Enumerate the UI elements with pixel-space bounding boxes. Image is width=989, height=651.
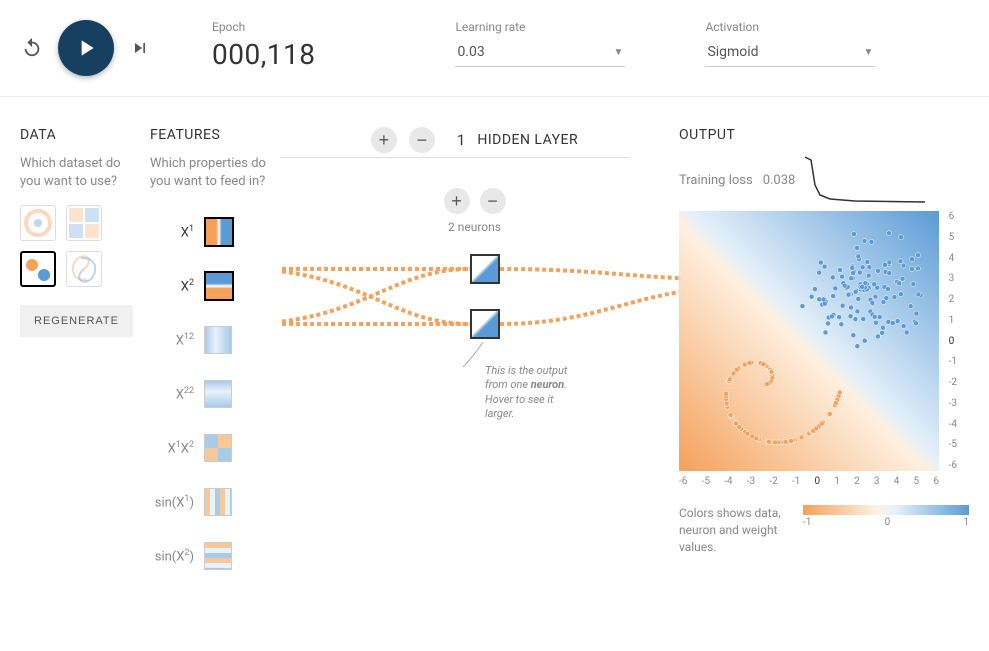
dataset-circle[interactable] [20, 205, 56, 241]
output-column: OUTPUT Training loss 0.038 [679, 127, 969, 583]
layer-count: 1 [457, 131, 465, 149]
activation-select[interactable]: Sigmoid ▼ [705, 38, 875, 67]
dataset-grid [20, 205, 140, 287]
learning-rate-value: 0.03 [457, 44, 484, 60]
layer-controls: + − 1 HIDDEN LAYER [280, 127, 669, 153]
features-help: Which properties do you want to feed in? [150, 155, 270, 191]
data-help: Which dataset do you want to use? [20, 155, 140, 191]
reset-button[interactable] [20, 36, 44, 60]
dataset-xor[interactable] [66, 205, 102, 241]
hidden-neuron-1[interactable] [470, 254, 500, 284]
learning-rate-label: Learning rate [455, 20, 625, 34]
feature-row: sin(X1) [150, 475, 270, 529]
feature-row: X12 [150, 313, 270, 367]
colormap-max: 1 [963, 517, 969, 528]
output-header: OUTPUT [679, 127, 969, 143]
feature-label: X2 [150, 278, 194, 294]
add-neuron-button[interactable]: + [444, 188, 470, 214]
colormap-row: Colors shows data, neuron and weight val… [679, 505, 969, 555]
training-loss-value: 0.038 [763, 173, 796, 188]
neuron-callout: This is the output from one neuron. Hove… [485, 364, 585, 421]
epoch-label: Epoch [212, 20, 315, 34]
dataset-gauss[interactable] [20, 251, 56, 287]
feature-label: X1X2 [150, 440, 194, 456]
y-axis-labels: 6543210-1-2-3-4-5-6 [949, 211, 957, 471]
colormap-mid: 0 [885, 517, 891, 528]
activation-value: Sigmoid [707, 44, 758, 60]
feature-label: X22 [150, 386, 194, 402]
neuron-count: 2 neurons [280, 220, 669, 234]
network-column: + − 1 HIDDEN LAYER + − 2 neurons [280, 127, 669, 583]
callout-arrow-icon [458, 342, 488, 372]
feature-label: sin(X1) [150, 494, 194, 510]
feature-list: X1X2X12X22X1X2sin(X1)sin(X2) [150, 205, 270, 583]
layer-title: HIDDEN LAYER [477, 132, 578, 148]
epoch-display: Epoch 000,118 [212, 20, 315, 71]
activation-param: Activation Sigmoid ▼ [705, 20, 875, 67]
regenerate-button[interactable]: REGENERATE [20, 305, 133, 337]
network-canvas: This is the output from one neuron. Hove… [280, 234, 669, 534]
learning-rate-param: Learning rate 0.03 ▼ [455, 20, 625, 67]
remove-neuron-button[interactable]: − [480, 188, 506, 214]
training-loss-label: Training loss [679, 173, 753, 188]
feature-thumb[interactable] [204, 380, 232, 408]
chevron-down-icon: ▼ [614, 47, 624, 58]
feature-thumb[interactable] [204, 326, 232, 354]
remove-layer-button[interactable]: − [409, 127, 435, 153]
step-button[interactable] [128, 36, 152, 60]
learning-rate-select[interactable]: 0.03 ▼ [455, 38, 625, 67]
main-area: DATA Which dataset do you want to use? R… [0, 97, 989, 603]
neuron-controls: + − [280, 188, 669, 214]
feature-thumb[interactable] [204, 217, 234, 247]
feature-thumb[interactable] [204, 488, 232, 516]
feature-label: X1 [150, 224, 194, 240]
chevron-down-icon: ▼ [864, 47, 874, 58]
colormap-min: -1 [803, 517, 811, 528]
feature-label: X12 [150, 332, 194, 348]
output-plot[interactable]: 6543210-1-2-3-4-5-6 -6-5-4-3-2-10123456 [679, 211, 939, 471]
features-column: FEATURES Which properties do you want to… [150, 127, 270, 583]
x-axis-labels: -6-5-4-3-2-10123456 [679, 476, 939, 487]
feature-label: sin(X2) [150, 548, 194, 564]
layer-divider [280, 157, 629, 158]
activation-label: Activation [705, 20, 875, 34]
loss-chart [805, 155, 925, 205]
colormap-labels: -1 0 1 [803, 517, 969, 528]
top-bar: Epoch 000,118 Learning rate 0.03 ▼ Activ… [0, 0, 989, 97]
feature-thumb[interactable] [204, 271, 234, 301]
feature-row: X22 [150, 367, 270, 421]
hidden-neuron-2[interactable] [470, 309, 500, 339]
feature-row: X2 [150, 259, 270, 313]
feature-row: X1 [150, 205, 270, 259]
colormap-text: Colors shows data, neuron and weight val… [679, 505, 789, 555]
feature-thumb[interactable] [204, 542, 232, 570]
data-column: DATA Which dataset do you want to use? R… [20, 127, 140, 583]
feature-row: sin(X2) [150, 529, 270, 583]
feature-thumb[interactable] [204, 434, 232, 462]
dataset-spiral[interactable] [66, 251, 102, 287]
data-header: DATA [20, 127, 140, 143]
colormap-gradient [803, 505, 969, 515]
colormap-bar: -1 0 1 [803, 505, 969, 528]
playback-controls [20, 20, 152, 76]
feature-row: X1X2 [150, 421, 270, 475]
play-button[interactable] [58, 20, 114, 76]
features-header: FEATURES [150, 127, 270, 143]
add-layer-button[interactable]: + [371, 127, 397, 153]
loss-row: Training loss 0.038 [679, 155, 969, 205]
epoch-value: 000,118 [212, 38, 315, 71]
